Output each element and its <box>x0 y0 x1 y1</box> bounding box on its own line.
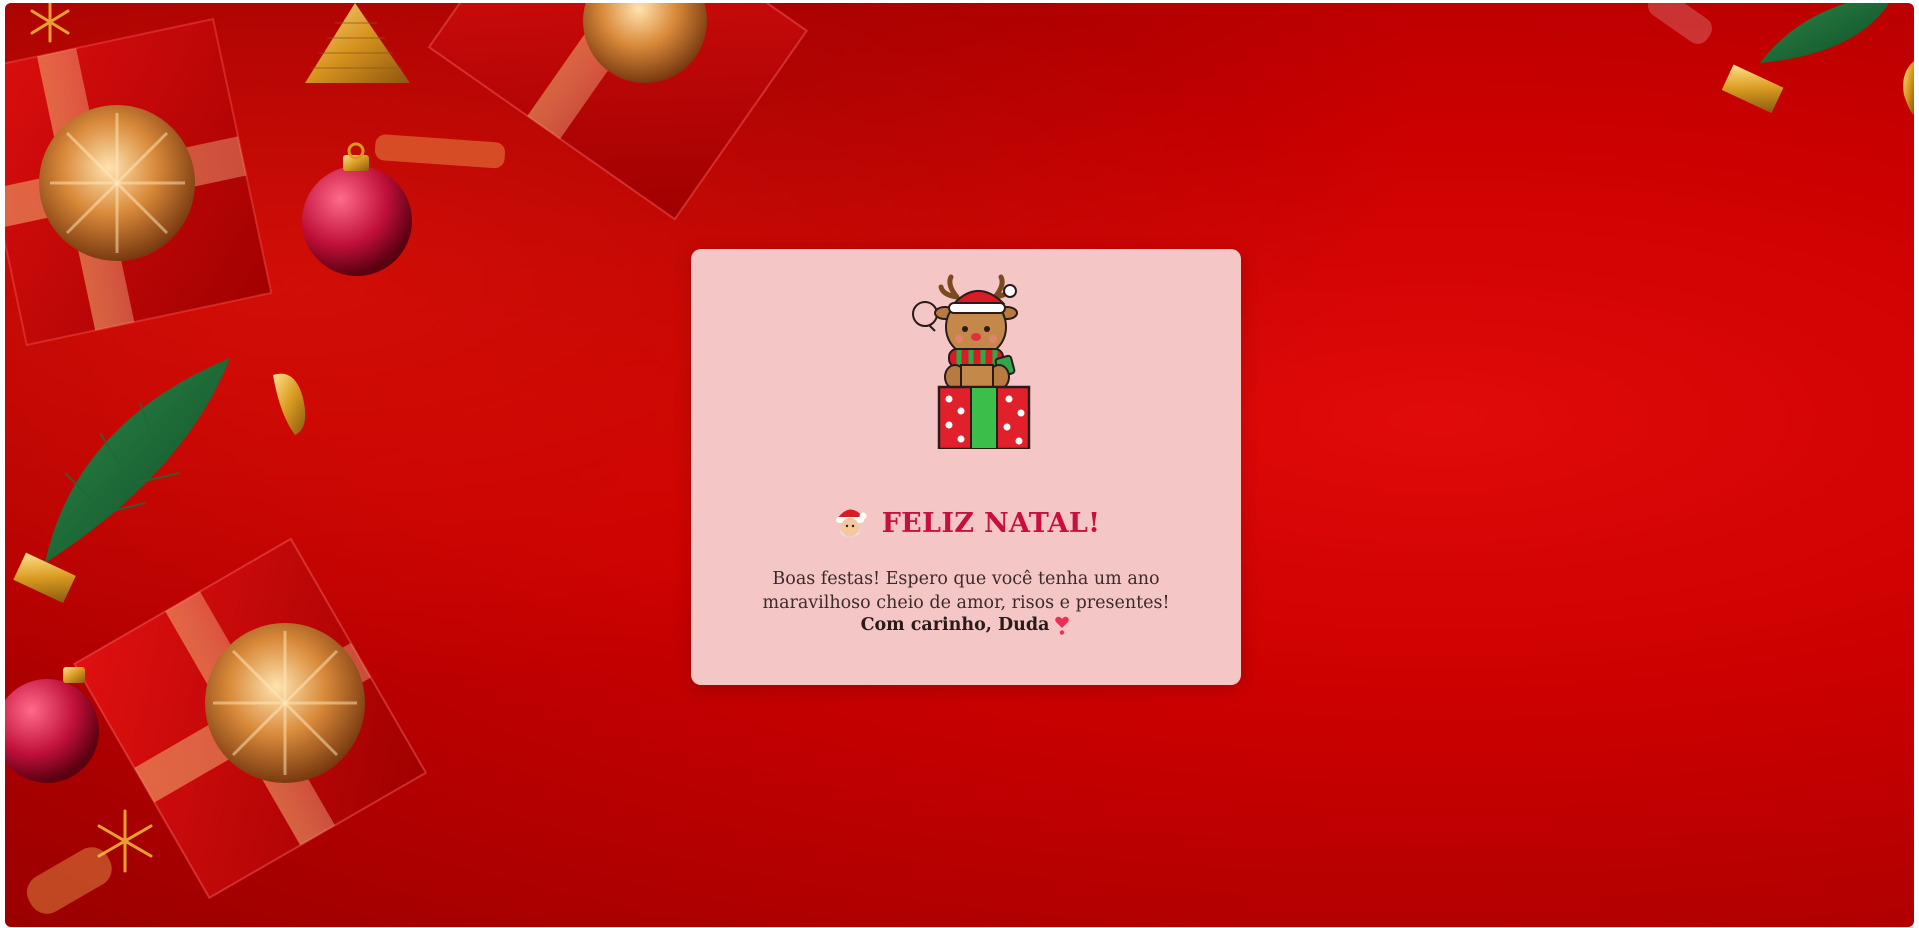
card-signature: Com carinho, Duda <box>860 615 1050 635</box>
light-glow-decoration <box>26 847 112 914</box>
card-signature-row: Com carinho, Duda <box>691 615 1241 635</box>
card-message: Boas festas! Espero que você tenha um an… <box>762 569 1170 613</box>
gift-box-decoration <box>5 17 273 347</box>
christmas-background: FELIZ NATAL! Boas festas! Espero que voc… <box>5 3 1914 927</box>
gold-tree-decoration <box>305 3 410 83</box>
snowflake-decoration <box>30 3 70 43</box>
santa-claus-icon <box>835 509 867 538</box>
gift-box-decoration <box>427 3 809 221</box>
gold-ornament-edge <box>1903 61 1914 115</box>
gift-box-decoration <box>72 537 428 900</box>
heart-exclamation-icon <box>1055 616 1070 635</box>
ornament-ball-decoration <box>5 667 99 783</box>
reindeer-on-gift-icon <box>912 274 1031 449</box>
pine-branch-decoration <box>1648 3 1890 114</box>
ornament-ball-decoration <box>302 142 412 276</box>
card-title-row: FELIZ NATAL! <box>691 501 1241 545</box>
pine-branch-decoration <box>13 358 230 604</box>
greeting-card: FELIZ NATAL! Boas festas! Espero que voc… <box>691 249 1241 685</box>
card-title: FELIZ NATAL! <box>881 507 1101 539</box>
